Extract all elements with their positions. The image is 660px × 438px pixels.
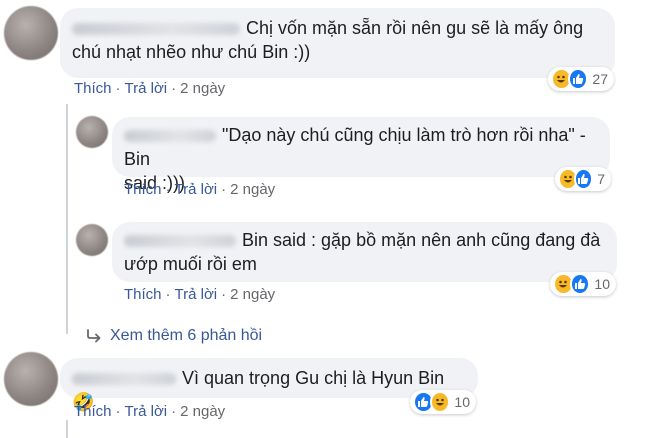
reaction-summary[interactable]: 10 <box>410 390 476 414</box>
avatar[interactable] <box>76 224 108 256</box>
commenter-name[interactable] <box>72 23 240 36</box>
reaction-count: 10 <box>454 394 470 410</box>
thread-line <box>66 104 68 334</box>
like-reaction-icon <box>573 168 594 190</box>
timestamp[interactable]: 2 ngày <box>230 286 275 303</box>
commenter-name[interactable] <box>124 130 216 143</box>
reaction-summary[interactable]: 10 <box>550 272 616 296</box>
avatar[interactable] <box>76 116 108 148</box>
comment-text-line: chú nhạt nhẽo như chú Bin :)) <box>72 42 311 62</box>
reaction-summary[interactable]: 27 <box>548 67 614 91</box>
separator: · <box>165 286 171 303</box>
separator: · <box>171 403 177 420</box>
separator: · <box>165 181 171 198</box>
comment-actions: Thích · Trả lời · 2 ngày <box>124 286 275 303</box>
reply-link[interactable]: Trả lời <box>175 286 218 303</box>
like-reaction-icon <box>569 273 591 295</box>
reaction-summary[interactable]: 7 <box>555 167 611 191</box>
comment-actions: Thích · Trả lời · 2 ngày <box>74 80 225 97</box>
separator: · <box>171 80 177 97</box>
like-link[interactable]: Thích <box>124 286 162 303</box>
like-link[interactable]: Thích <box>74 403 112 420</box>
reaction-count: 27 <box>592 71 608 87</box>
view-more-replies-link[interactable]: Xem thêm 6 phản hồi <box>86 327 262 345</box>
timestamp[interactable]: 2 ngày <box>230 181 275 198</box>
like-reaction-icon <box>567 68 589 90</box>
thread-line-bottom <box>66 420 68 438</box>
view-more-replies-label: Xem thêm 6 phản hồi <box>110 327 263 344</box>
like-link[interactable]: Thích <box>124 181 162 198</box>
reaction-count: 10 <box>594 276 610 292</box>
haha-reaction-icon <box>429 391 451 413</box>
comment-bubble: "Dạo này chú cũng chịu làm trò hơn rồi n… <box>112 117 610 193</box>
reply-link[interactable]: Trả lời <box>125 403 168 420</box>
commenter-name[interactable] <box>72 373 176 386</box>
comment-actions: Thích · Trả lời · 2 ngày <box>124 181 275 198</box>
comment-bubble: Chị vốn mặn sẵn rồi nên gu sẽ là mấy ông… <box>60 8 615 78</box>
reply-link[interactable]: Trả lời <box>175 181 218 198</box>
comment-text-line: ướp muối rồi em <box>124 254 257 274</box>
avatar[interactable] <box>4 352 58 406</box>
comment-text-line: Bin said : gặp bồ mặn nên anh cũng đang … <box>242 230 601 250</box>
comment-text-line: Chị vốn mặn sẵn rồi nên gu sẽ là mấy ông <box>246 18 584 38</box>
avatar[interactable] <box>4 6 58 60</box>
reply-arrow-icon <box>87 328 101 343</box>
reply-link[interactable]: Trả lời <box>125 80 168 97</box>
commenter-name[interactable] <box>124 235 236 248</box>
separator: · <box>221 181 227 198</box>
timestamp[interactable]: 2 ngày <box>180 80 225 97</box>
separator: · <box>115 80 121 97</box>
separator: · <box>221 286 227 303</box>
comment-bubble: Bin said : gặp bồ mặn nên anh cũng đang … <box>112 222 617 282</box>
timestamp[interactable]: 2 ngày <box>180 403 225 420</box>
reaction-count: 7 <box>597 171 605 187</box>
like-link[interactable]: Thích <box>74 80 112 97</box>
separator: · <box>115 403 121 420</box>
comment-actions: Thích · Trả lời · 2 ngày <box>74 403 225 420</box>
